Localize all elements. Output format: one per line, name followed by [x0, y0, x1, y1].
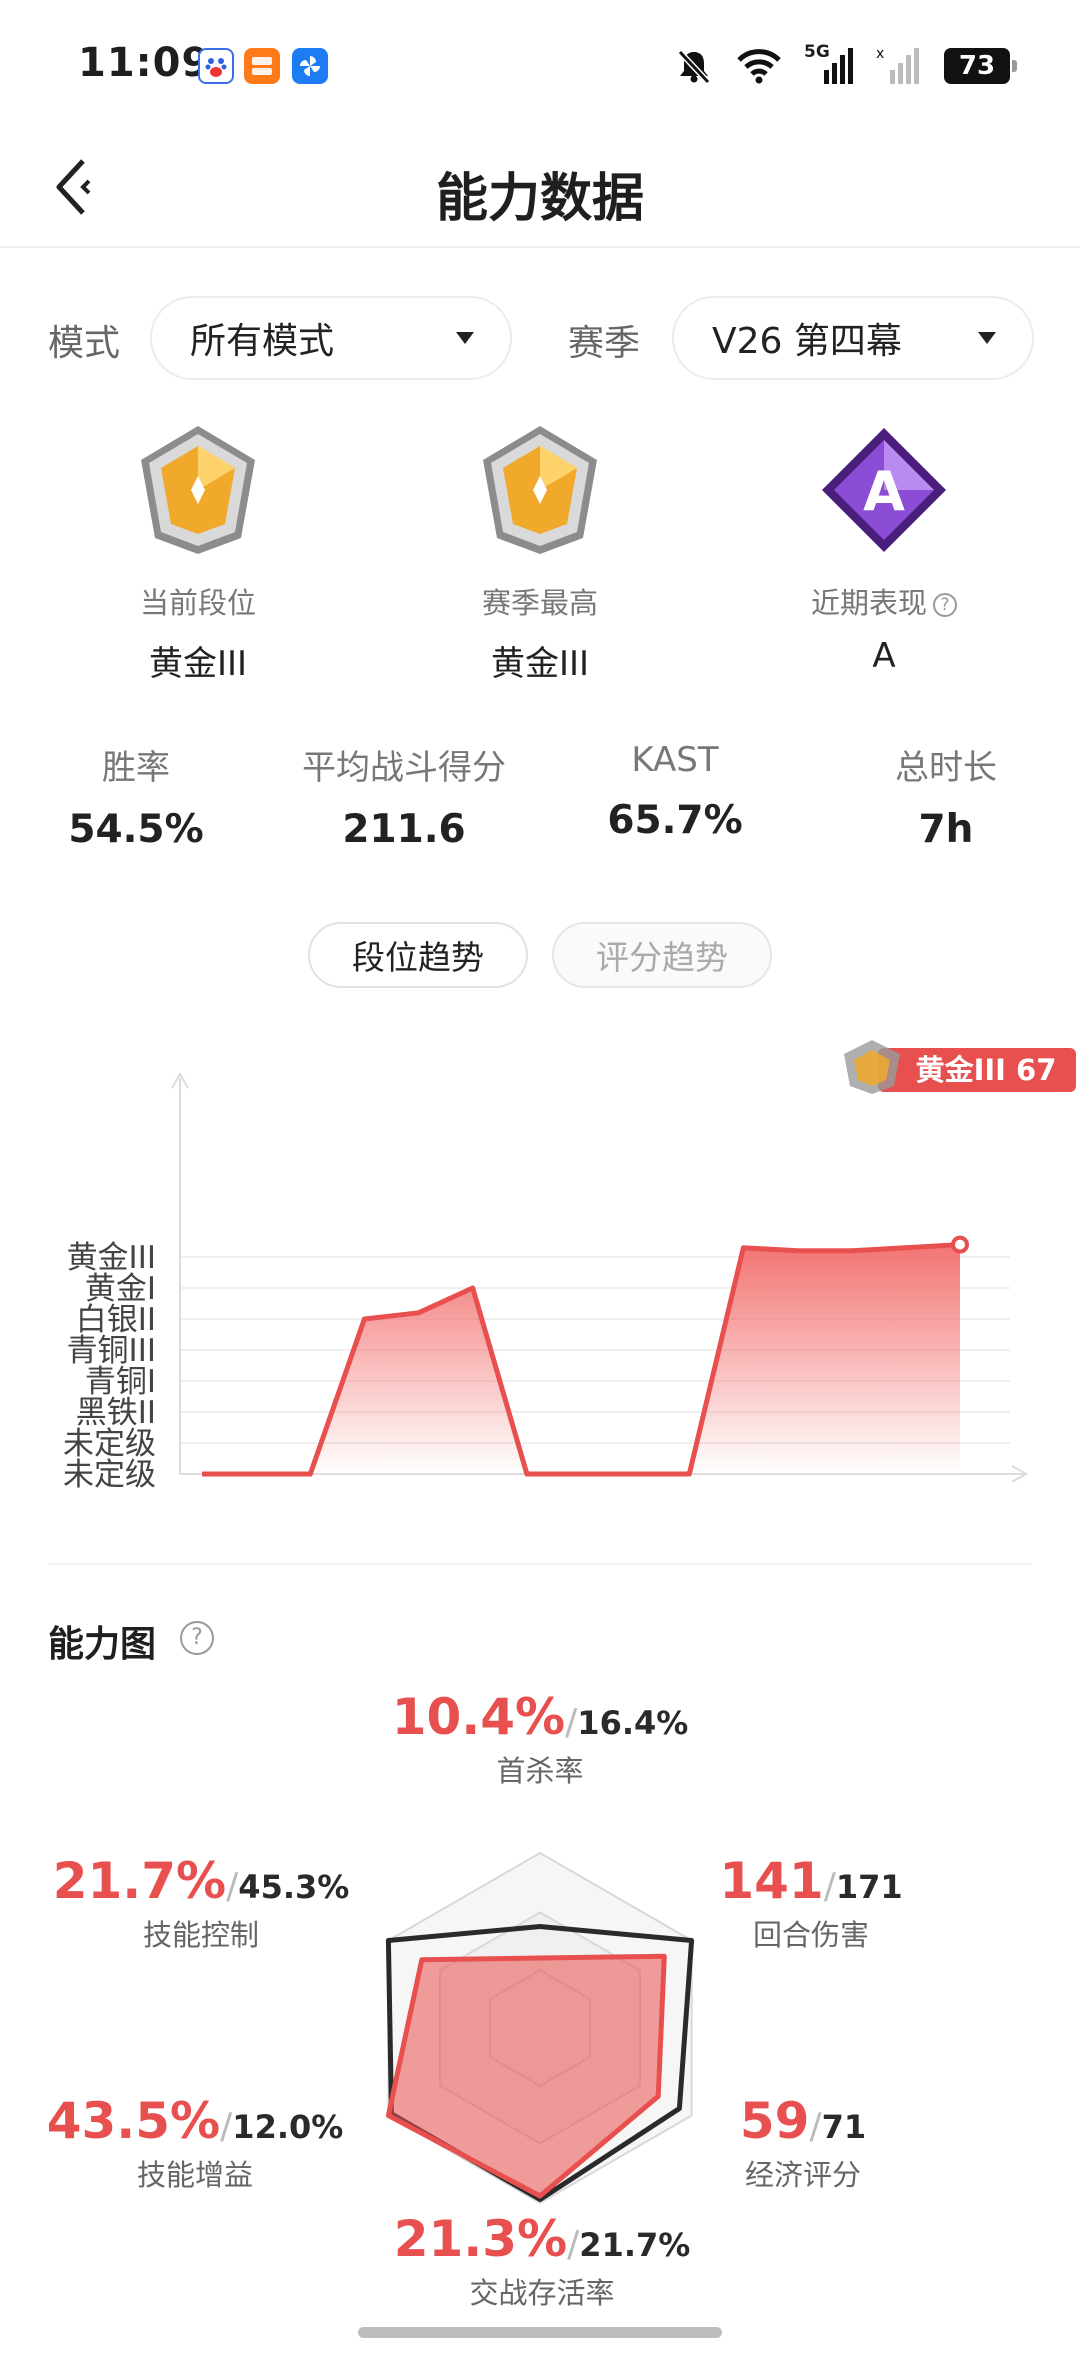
y-tick-label: 未定级: [63, 1457, 156, 1493]
metric-label: 技能控制: [142, 1918, 259, 1952]
stat-label: 平均战斗得分: [302, 748, 506, 788]
metric-compare: 21.7%: [579, 2226, 691, 2264]
stat-value: 211.6: [342, 807, 466, 852]
rank-trend-chart: 未定级 未定级 黑铁II 青铜I 青铜III 白银II 黄金I 黄金III 黄金III 67: [0, 1030, 1080, 1530]
rank-trend-svg: 未定级未定级黑铁II青铜I青铜III白银II黄金I黄金III 黄金III 67: [63, 1040, 1076, 1493]
pinwheel-app-icon: [292, 48, 328, 84]
metric-value: 21.3%: [393, 2210, 568, 2268]
stat-value: 54.5%: [68, 807, 204, 852]
mode-value: 所有模式: [190, 321, 335, 362]
metric-economy: 59/71 经济评分: [728, 2092, 878, 2194]
help-icon[interactable]: ?: [180, 1621, 214, 1655]
season-peak-rank: 赛季最高 黄金III: [390, 420, 690, 685]
rank-value: A: [872, 636, 896, 676]
y-tick-label: 白银II: [76, 1302, 156, 1338]
rank-label: 赛季最高: [481, 586, 598, 620]
stat-value: 65.7%: [607, 798, 743, 843]
latest-rank-label: 黄金III 67: [916, 1053, 1057, 1087]
baidu-app-icon: [198, 48, 234, 84]
y-tick-label: 黄金I: [85, 1271, 156, 1307]
a-grade-badge-icon: A: [822, 428, 946, 552]
radar-player-polygon: [385, 1953, 667, 2199]
metric-label: 交战存活率: [469, 2276, 615, 2310]
y-tick-label: 未定级: [63, 1426, 156, 1462]
rank-value: 黄金III: [148, 644, 248, 684]
home-indicator[interactable]: [358, 2327, 722, 2338]
y-tick-label: 青铜III: [67, 1333, 156, 1369]
metric-label: 首杀率: [496, 1754, 584, 1788]
rank-area: [202, 1244, 960, 1474]
mode-select[interactable]: 所有模式: [150, 296, 512, 380]
stat-label: KAST: [631, 740, 719, 780]
recent-performance: A 近期表现? A: [734, 420, 1034, 676]
metric-skill-buff: 43.5%/12.0% 技能增益: [30, 2092, 360, 2194]
stat-win-rate: 胜率 54.5%: [6, 740, 266, 852]
mode-label: 模式: [48, 323, 121, 364]
help-icon[interactable]: ?: [933, 593, 957, 617]
metric-survival: 21.3%/21.7% 交战存活率: [372, 2210, 712, 2312]
rank-label: 近期表现?: [734, 580, 1034, 622]
nav-bar: 能力数据: [0, 130, 1080, 248]
metric-label: 回合伤害: [752, 1918, 869, 1952]
stat-value: 7h: [918, 807, 974, 852]
metric-first-kill: 10.4%/16.4% 首杀率: [370, 1688, 710, 1790]
metric-compare: 71: [821, 2108, 867, 2146]
page-title: 能力数据: [435, 169, 644, 229]
svg-text:x: x: [876, 46, 884, 62]
stat-avg-combat-score: 平均战斗得分 211.6: [274, 740, 534, 852]
season-value: V26 第四幕: [712, 321, 902, 362]
signal-icon: x: [876, 46, 919, 84]
caret-down-icon: [978, 332, 996, 344]
gold-rank-badge-icon: [141, 426, 255, 554]
rank-value: 黄金III: [490, 644, 590, 684]
section-divider: [48, 1563, 1032, 1565]
stat-kast: KAST 65.7%: [545, 740, 805, 843]
metric-value: 141: [719, 1852, 824, 1910]
taobao-app-icon: [244, 48, 280, 84]
y-tick-label: 黄金III: [67, 1240, 156, 1276]
status-time: 11:09: [78, 40, 211, 86]
stat-label: 胜率: [102, 748, 170, 788]
caret-down-icon: [456, 332, 474, 344]
metric-compare: 16.4%: [577, 1704, 689, 1742]
wifi-icon: [737, 49, 781, 84]
latest-point: [951, 1235, 969, 1254]
metric-value: 10.4%: [391, 1688, 566, 1746]
signal-5g-icon: 5G: [804, 42, 854, 86]
bell-muted-icon: [677, 49, 711, 85]
y-tick-label: 青铜I: [85, 1364, 156, 1400]
metric-label: 经济评分: [744, 2158, 861, 2192]
metric-skill-control: 21.7%/45.3% 技能控制: [36, 1852, 366, 1954]
stat-total-time: 总时长 7h: [816, 740, 1076, 852]
current-rank: 当前段位 黄金III: [48, 420, 348, 685]
metric-compare: 12.0%: [232, 2108, 344, 2146]
metric-label: 技能增益: [136, 2158, 253, 2192]
season-label: 赛季: [568, 323, 641, 364]
status-bar: 11:09 5G x 73: [0, 0, 1080, 130]
season-select[interactable]: V26 第四幕: [672, 296, 1034, 380]
metric-value: 43.5%: [46, 2092, 221, 2150]
tab-score-trend[interactable]: 评分趋势: [552, 922, 772, 988]
ability-title: 能力图: [48, 1624, 157, 1665]
gold-rank-badge-icon: [483, 426, 597, 554]
status-icons: 5G x 73: [674, 42, 1017, 88]
rank-label-text: 近期表现: [810, 586, 927, 620]
metric-compare: 45.3%: [238, 1868, 350, 1906]
metric-round-damage: 141/171 回合伤害: [716, 1852, 906, 1954]
latest-rank-badge: 黄金III 67: [844, 1040, 1076, 1094]
rank-label: 当前段位: [139, 586, 256, 620]
battery-icon: 73: [944, 48, 1017, 84]
metric-value: 59: [739, 2092, 810, 2150]
y-tick-label: 黑铁II: [76, 1395, 156, 1431]
stat-label: 总时长: [895, 748, 997, 788]
metric-compare: 171: [835, 1868, 903, 1906]
metric-value: 21.7%: [52, 1852, 227, 1910]
tab-rank-trend[interactable]: 段位趋势: [308, 922, 528, 988]
svg-text:A: A: [863, 460, 905, 523]
